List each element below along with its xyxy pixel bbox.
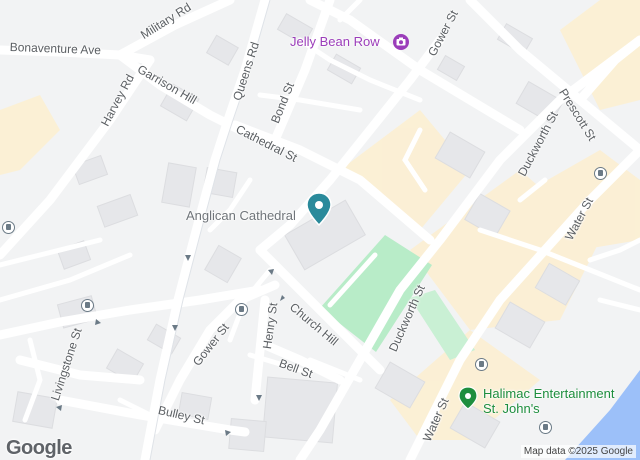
anglican-cathedral-label: Anglican Cathedral (186, 208, 296, 223)
bus-stop-icon[interactable] (2, 221, 15, 234)
place-marker-icon (306, 192, 332, 227)
park-marker-icon (458, 386, 478, 410)
bus-stop-icon[interactable] (539, 421, 552, 434)
bus-stop-icon[interactable] (81, 299, 94, 312)
jelly-bean-row-label: Jelly Bean Row (290, 34, 380, 49)
google-logo: Google (6, 437, 72, 459)
halimac-label-line2: St. John's (483, 401, 540, 416)
bus-stop-icon[interactable] (475, 358, 488, 371)
bus-stop-icon[interactable] (235, 303, 248, 316)
map-canvas[interactable]: Military Rd Bonaventure Ave Harvey Rd Ga… (0, 0, 640, 460)
map-attribution[interactable]: Map data ©2025 Google (520, 445, 636, 458)
bus-stop-icon[interactable] (594, 167, 607, 180)
camera-icon (393, 34, 409, 50)
halimac-label-line1: Halimac Entertainment (483, 386, 615, 401)
